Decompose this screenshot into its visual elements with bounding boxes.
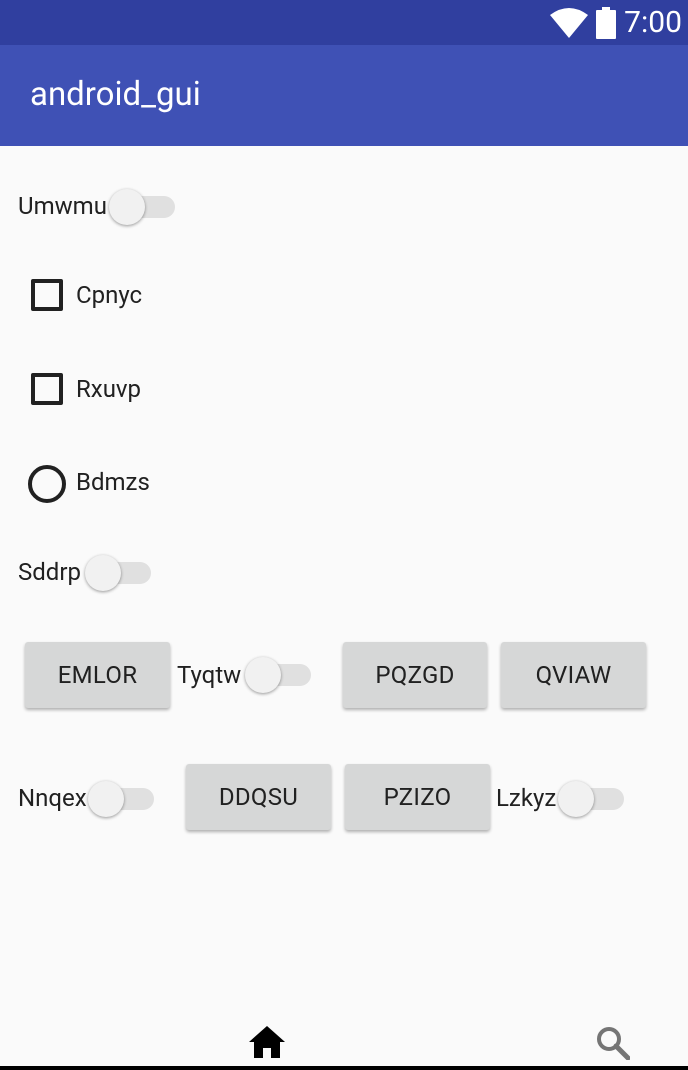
- sddrp-switch[interactable]: [85, 552, 155, 592]
- nnqex-switch[interactable]: [88, 778, 158, 818]
- status-bar: 7:00: [0, 0, 688, 45]
- emlor-button[interactable]: EMLOR: [25, 642, 170, 708]
- pqzgd-button[interactable]: PQZGD: [343, 642, 487, 708]
- nnqex-label: Nnqex: [18, 784, 87, 812]
- lzkyz-switch[interactable]: [558, 778, 628, 818]
- cpnyc-label[interactable]: Cpnyc: [76, 280, 142, 310]
- bdmzs-label[interactable]: Bdmzs: [76, 467, 150, 497]
- rxuvp-checkbox[interactable]: [31, 373, 63, 405]
- bottom-nav: [0, 1026, 688, 1070]
- battery-icon: [596, 6, 617, 39]
- umwmu-switch[interactable]: [109, 186, 179, 226]
- switch-thumb: [88, 781, 124, 817]
- lzkyz-label: Lzkyz: [496, 784, 557, 812]
- home-icon[interactable]: [249, 1026, 285, 1058]
- tyqtw-switch[interactable]: [245, 654, 315, 694]
- rxuvp-label[interactable]: Rxuvp: [76, 374, 141, 404]
- tyqtw-label: Tyqtw: [177, 661, 242, 689]
- ddqsu-button[interactable]: DDQSU: [186, 764, 331, 830]
- wifi-icon: [550, 7, 589, 38]
- switch-thumb: [558, 781, 594, 817]
- status-icons: 7:00: [550, 4, 682, 41]
- switch-thumb: [109, 189, 145, 225]
- app-title: android_gui: [30, 75, 201, 114]
- search-icon[interactable]: [596, 1026, 630, 1060]
- qviaw-button[interactable]: QVIAW: [501, 642, 646, 708]
- nav-divider: [0, 1066, 688, 1070]
- sddrp-label: Sddrp: [18, 558, 81, 586]
- switch-thumb: [85, 555, 121, 591]
- cpnyc-checkbox[interactable]: [31, 279, 63, 311]
- umwmu-label: Umwmu: [18, 192, 107, 220]
- switch-thumb: [245, 657, 281, 693]
- bdmzs-radio[interactable]: [28, 465, 66, 503]
- app-bar: android_gui: [0, 45, 688, 146]
- status-time: 7:00: [624, 5, 682, 40]
- pzizo-button[interactable]: PZIZO: [345, 764, 490, 830]
